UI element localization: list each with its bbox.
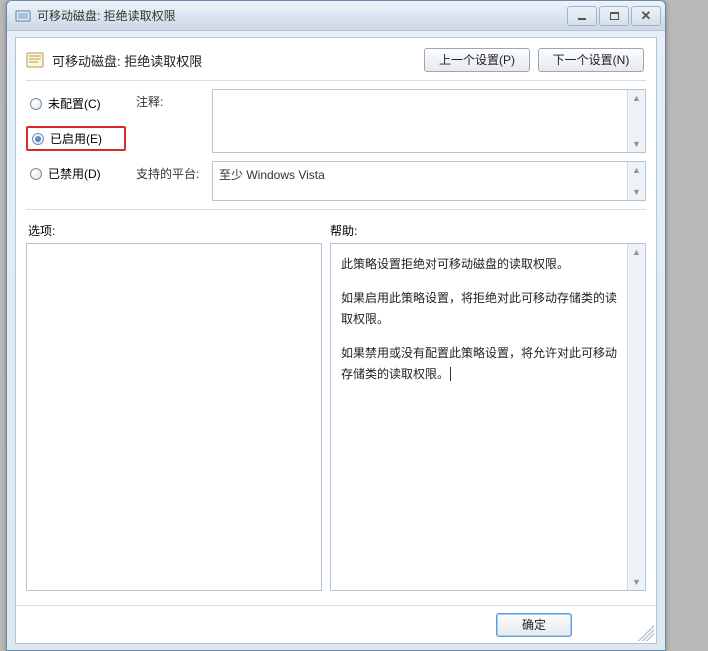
fields-column: 注释: ▲ ▼ 支持的平台: 至少 Windows Vista ▲ ▼ [136,89,646,201]
comment-value [213,90,627,152]
divider [26,80,646,81]
scrollbar[interactable]: ▲ ▼ [627,90,645,152]
config-area: 未配置(C) 已启用(E) 已禁用(D) 注释: ▲ ▼ [16,87,656,207]
radio-not-configured[interactable]: 未配置(C) [26,93,126,114]
close-icon: ✕ [641,8,652,24]
scrollbar[interactable]: ▲ ▼ [627,244,645,590]
help-paragraph: 此策略设置拒绝对可移动磁盘的读取权限。 [341,254,617,274]
options-panel [26,243,322,591]
header-row: 可移动磁盘: 拒绝读取权限 上一个设置(P) 下一个设置(N) [16,38,656,78]
radio-label: 已启用(E) [50,130,102,147]
help-text: 此策略设置拒绝对可移动磁盘的读取权限。 如果启用此策略设置，将拒绝对此可移动存储… [331,244,627,590]
scroll-up-icon: ▲ [628,244,645,260]
help-paragraph: 如果启用此策略设置，将拒绝对此可移动存储类的读取权限。 [341,288,617,329]
platform-box: 至少 Windows Vista ▲ ▼ [212,161,646,201]
maximize-button[interactable] [599,6,629,26]
close-button[interactable]: ✕ [631,6,661,26]
radio-label: 未配置(C) [48,95,101,112]
radio-icon [30,168,42,180]
platform-label: 支持的平台: [136,161,206,182]
help-paragraph: 如果禁用或没有配置此策略设置，将允许对此可移动存储类的读取权限。 [341,343,617,384]
radio-icon [30,98,42,110]
window-controls: ✕ [567,6,661,26]
client-area: 可移动磁盘: 拒绝读取权限 上一个设置(P) 下一个设置(N) 未配置(C) 已… [15,37,657,644]
scrollbar[interactable]: ▲ ▼ [627,162,645,200]
scroll-up-icon: ▲ [628,162,645,178]
policy-title: 可移动磁盘: 拒绝读取权限 [52,51,416,70]
radio-disabled[interactable]: 已禁用(D) [26,163,126,184]
titlebar[interactable]: 可移动磁盘: 拒绝读取权限 ✕ [7,1,665,31]
divider [26,209,646,210]
comment-label: 注释: [136,89,206,110]
scroll-down-icon: ▼ [628,184,645,200]
dialog-window: 可移动磁盘: 拒绝读取权限 ✕ 可移动磁盘: 拒绝读取权限 上一个设置(P) 下… [6,0,666,651]
scroll-up-icon: ▲ [628,90,645,106]
previous-setting-button[interactable]: 上一个设置(P) [424,48,530,72]
minimize-button[interactable] [567,6,597,26]
window-title: 可移动磁盘: 拒绝读取权限 [37,7,567,24]
policy-icon [26,51,44,69]
resize-grip[interactable] [634,621,654,641]
options-label: 选项: [28,222,330,239]
radio-icon [32,133,44,145]
help-label: 帮助: [330,222,357,239]
radio-group: 未配置(C) 已启用(E) 已禁用(D) [26,89,126,201]
footer: 确定 [16,605,656,643]
comment-textbox[interactable]: ▲ ▼ [212,89,646,153]
help-panel: 此策略设置拒绝对可移动磁盘的读取权限。 如果启用此策略设置，将拒绝对此可移动存储… [330,243,646,591]
maximize-icon [610,12,619,20]
ok-button[interactable]: 确定 [496,613,572,637]
app-icon [15,8,31,24]
minimize-icon [578,18,586,20]
radio-label: 已禁用(D) [48,165,101,182]
section-labels: 选项: 帮助: [16,216,656,243]
lower-panels: 此策略设置拒绝对可移动磁盘的读取权限。 如果启用此策略设置，将拒绝对此可移动存储… [16,243,656,591]
text-cursor [450,367,451,381]
platform-value: 至少 Windows Vista [213,162,627,200]
scroll-down-icon: ▼ [628,574,645,590]
next-setting-button[interactable]: 下一个设置(N) [538,48,644,72]
scroll-down-icon: ▼ [628,136,645,152]
radio-enabled[interactable]: 已启用(E) [26,126,126,151]
